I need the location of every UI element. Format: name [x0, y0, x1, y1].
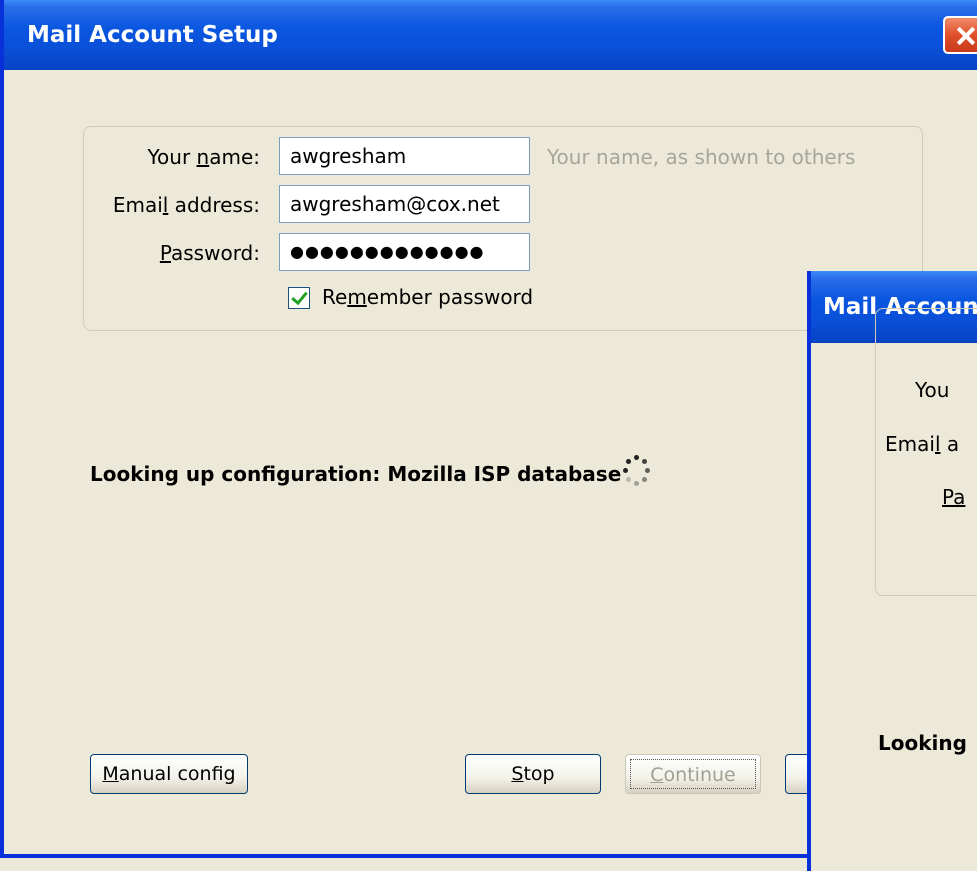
- password-label-2: Pa: [942, 485, 966, 509]
- loading-spinner-icon: [623, 455, 651, 489]
- window-title: Mail Account Setup: [27, 22, 278, 48]
- stop-button[interactable]: Stop: [465, 754, 601, 794]
- close-icon[interactable]: [943, 16, 977, 54]
- continue-button[interactable]: Continue: [625, 754, 761, 794]
- email-label-2: Email a: [885, 432, 960, 456]
- name-hint: Your name, as shown to others: [547, 145, 856, 169]
- status-text: Looking up configuration: Mozilla ISP da…: [90, 462, 622, 486]
- remember-password-label[interactable]: Remember password: [322, 285, 533, 309]
- password-input[interactable]: ●●●●●●●●●●●●●: [279, 233, 530, 271]
- manual-config-button[interactable]: Manual config: [90, 754, 248, 794]
- status-text-2: Looking: [878, 731, 967, 755]
- email-input[interactable]: awgresham@cox.net: [279, 185, 530, 223]
- name-label-2: You: [915, 378, 950, 402]
- email-label: Email address:: [112, 193, 260, 217]
- name-label: Your name:: [147, 145, 260, 169]
- name-input[interactable]: awgresham: [279, 137, 530, 175]
- titlebar[interactable]: Mail Account Setup: [4, 0, 977, 70]
- remember-password-checkbox[interactable]: [288, 287, 310, 309]
- password-label: Password:: [159, 241, 260, 265]
